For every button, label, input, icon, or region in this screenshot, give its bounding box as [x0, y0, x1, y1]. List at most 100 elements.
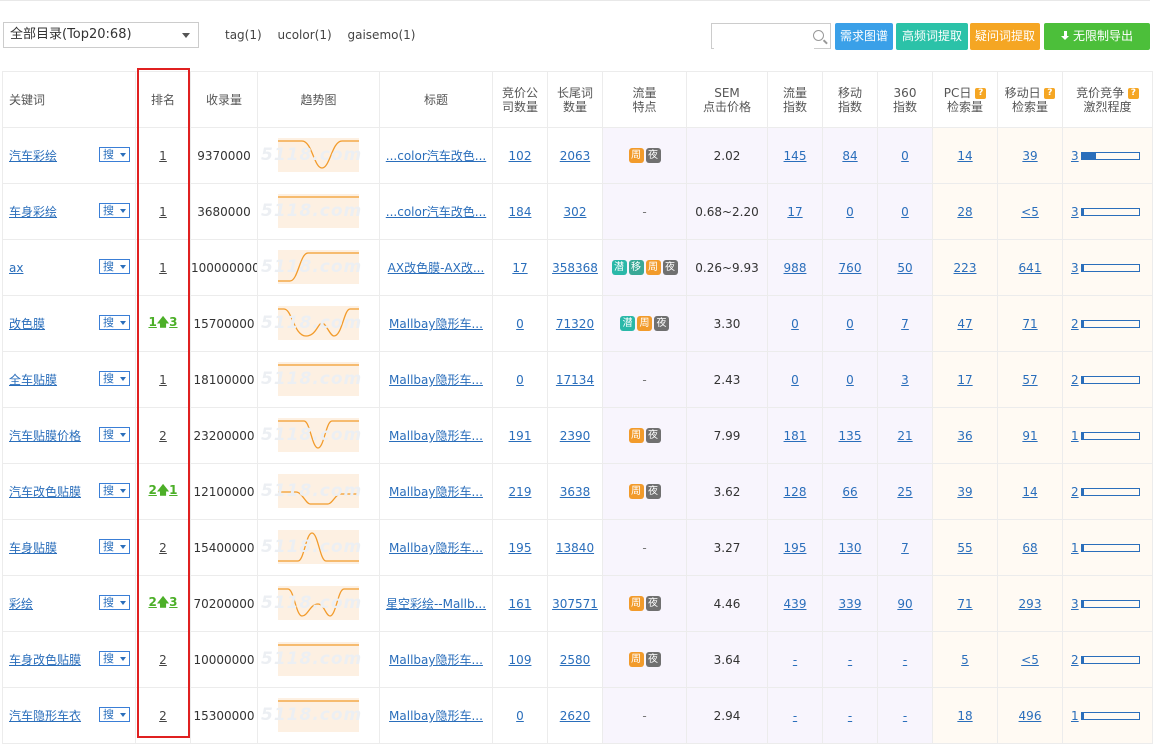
mobile-index-link[interactable]: 0	[846, 317, 854, 331]
rank-link[interactable]: 1	[159, 373, 167, 387]
pc-daily-link[interactable]: 14	[957, 149, 972, 163]
rank-link[interactable]: 2	[148, 483, 156, 497]
long-tail-link[interactable]: 358368	[552, 261, 598, 275]
index-360-link[interactable]: 0	[901, 205, 909, 219]
rank-link[interactable]: 2	[148, 595, 156, 609]
keyword-link[interactable]: 汽车改色贴膜	[9, 485, 81, 499]
bid-link[interactable]: 0	[516, 709, 524, 723]
search-engine-dropdown[interactable]: 搜	[99, 539, 130, 554]
col-mobile-daily[interactable]: 移动日 ? 检索量	[997, 71, 1063, 128]
question-extract-button[interactable]: 疑问词提取	[970, 23, 1040, 50]
col-pc-daily[interactable]: PC日 ? 检索量	[932, 71, 998, 128]
bid-link[interactable]: 191	[509, 429, 532, 443]
keyword-link[interactable]: 车身贴膜	[9, 541, 57, 555]
search-icon[interactable]	[813, 30, 824, 41]
trend-cell[interactable]: 5118.com	[257, 631, 380, 688]
keyword-link[interactable]: 全车贴膜	[9, 373, 57, 387]
mobile-index-link[interactable]: 0	[846, 373, 854, 387]
bid-link[interactable]: 161	[509, 597, 532, 611]
search-engine-dropdown[interactable]: 搜	[99, 203, 130, 218]
bid-link[interactable]: 109	[509, 653, 532, 667]
mobile-daily-link[interactable]: 57	[1022, 373, 1037, 387]
competition-link[interactable]: 3	[1071, 149, 1079, 163]
col-rank[interactable]: 排名	[135, 71, 191, 128]
col-mobile-index[interactable]: 移动 指数	[822, 71, 878, 128]
index-360-link[interactable]: 7	[901, 317, 909, 331]
demand-map-button[interactable]: 需求图谱	[835, 23, 893, 50]
competition-link[interactable]: 1	[1071, 709, 1079, 723]
bid-link[interactable]: 184	[509, 205, 532, 219]
mobile-daily-link[interactable]: 39	[1022, 149, 1037, 163]
trend-cell[interactable]: 5118.com	[257, 463, 380, 520]
traffic-index-link[interactable]: 988	[784, 261, 807, 275]
trend-cell[interactable]: 5118.com	[257, 519, 380, 576]
trend-cell[interactable]: 5118.com	[257, 407, 380, 464]
catalog-select[interactable]: 全部目录(Top20:68)	[3, 22, 199, 48]
competition-link[interactable]: 1	[1071, 429, 1079, 443]
mobile-daily-link[interactable]: <5	[1021, 653, 1039, 667]
mobile-index-link[interactable]: 0	[846, 205, 854, 219]
index-360-link[interactable]: 7	[901, 541, 909, 555]
mobile-index-link[interactable]: 66	[842, 485, 857, 499]
mobile-index-link[interactable]: 135	[839, 429, 862, 443]
bid-link[interactable]: 0	[516, 373, 524, 387]
competition-link[interactable]: 2	[1071, 373, 1079, 387]
mobile-index-link[interactable]: -	[848, 653, 852, 667]
title-link[interactable]: Mallbay隐形车...	[389, 429, 483, 443]
rank-link[interactable]: 2	[159, 429, 167, 443]
long-tail-link[interactable]: 71320	[556, 317, 594, 331]
tag-filter-ucolor[interactable]: ucolor(1)	[278, 28, 332, 42]
mobile-daily-link[interactable]: <5	[1021, 205, 1039, 219]
mobile-index-link[interactable]: 760	[839, 261, 862, 275]
rank-link[interactable]: 1	[159, 261, 167, 275]
rank-up-value[interactable]: 3	[169, 315, 177, 329]
tag-filter-tag[interactable]: tag(1)	[225, 28, 262, 42]
traffic-index-link[interactable]: -	[793, 709, 797, 723]
col-competition[interactable]: 竞价竞争 ? 激烈程度	[1062, 71, 1153, 128]
pc-daily-link[interactable]: 223	[954, 261, 977, 275]
keyword-link[interactable]: 彩绘	[9, 597, 33, 611]
long-tail-link[interactable]: 2063	[560, 149, 591, 163]
bid-link[interactable]: 195	[509, 541, 532, 555]
rank-link[interactable]: 2	[159, 709, 167, 723]
mobile-daily-link[interactable]: 293	[1019, 597, 1042, 611]
high-freq-extract-button[interactable]: 高频词提取	[896, 23, 968, 50]
traffic-index-link[interactable]: 181	[784, 429, 807, 443]
long-tail-link[interactable]: 2390	[560, 429, 591, 443]
trend-cell[interactable]: 5118.com	[257, 183, 380, 240]
search-engine-dropdown[interactable]: 搜	[99, 147, 130, 162]
competition-link[interactable]: 2	[1071, 317, 1079, 331]
rank-up-value[interactable]: 1	[169, 483, 177, 497]
mobile-daily-link[interactable]: 14	[1022, 485, 1037, 499]
bid-link[interactable]: 219	[509, 485, 532, 499]
mobile-daily-link[interactable]: 496	[1019, 709, 1042, 723]
traffic-index-link[interactable]: 0	[791, 317, 799, 331]
pc-daily-link[interactable]: 55	[957, 541, 972, 555]
bid-link[interactable]: 0	[516, 317, 524, 331]
tag-filter-gaisemo[interactable]: gaisemo(1)	[348, 28, 416, 42]
keyword-link[interactable]: 汽车隐形车衣	[9, 709, 81, 723]
bid-link[interactable]: 17	[512, 261, 527, 275]
export-button[interactable]: 无限制导出	[1044, 23, 1150, 50]
rank-link[interactable]: 2	[159, 653, 167, 667]
col-360-index[interactable]: 360 指数	[877, 71, 933, 128]
title-link[interactable]: Mallbay隐形车...	[389, 317, 483, 331]
index-360-link[interactable]: 25	[897, 485, 912, 499]
mobile-index-link[interactable]: -	[848, 709, 852, 723]
index-360-link[interactable]: -	[903, 709, 907, 723]
search-input[interactable]	[714, 25, 814, 49]
index-360-link[interactable]: 90	[897, 597, 912, 611]
keyword-link[interactable]: ax	[9, 261, 23, 275]
help-icon[interactable]: ?	[1127, 87, 1139, 99]
index-360-link[interactable]: 50	[897, 261, 912, 275]
mobile-index-link[interactable]: 84	[842, 149, 857, 163]
pc-daily-link[interactable]: 18	[957, 709, 972, 723]
rank-link[interactable]: 1	[148, 315, 156, 329]
title-link[interactable]: Mallbay隐形车...	[389, 653, 483, 667]
col-keyword[interactable]: 关键词	[2, 71, 136, 128]
pc-daily-link[interactable]: 36	[957, 429, 972, 443]
traffic-index-link[interactable]: 0	[791, 373, 799, 387]
index-360-link[interactable]: 21	[897, 429, 912, 443]
long-tail-link[interactable]: 17134	[556, 373, 594, 387]
search-engine-dropdown[interactable]: 搜	[99, 315, 130, 330]
